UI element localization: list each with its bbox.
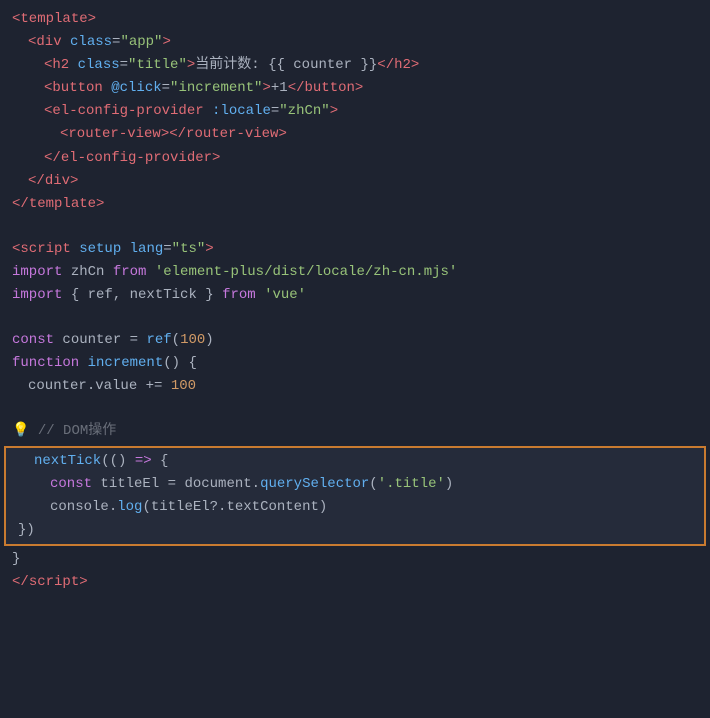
code-line: const counter = ref(100) — [0, 329, 710, 352]
code-line: 💡 // DOM操作 — [0, 420, 710, 443]
empty-line — [0, 307, 710, 329]
code-line: }) — [6, 519, 704, 542]
code-line: </script> — [0, 571, 710, 594]
code-line: </el-config-provider> — [0, 147, 710, 170]
code-line: import { ref, nextTick } from 'vue' — [0, 284, 710, 307]
code-editor: <template><div class="app"><h2 class="ti… — [0, 0, 710, 718]
empty-line — [0, 216, 710, 238]
code-line: function increment() { — [0, 352, 710, 375]
code-line: counter.value += 100 — [0, 375, 710, 398]
code-line: } — [0, 548, 710, 571]
code-line: <div class="app"> — [0, 31, 710, 54]
code-line: <template> — [0, 8, 710, 31]
code-line: <script setup lang="ts"> — [0, 238, 710, 261]
code-line: </div> — [0, 170, 710, 193]
code-line: <el-config-provider :locale="zhCn"> — [0, 100, 710, 123]
empty-line — [0, 398, 710, 420]
code-line: console.log(titleEl?.textContent) — [6, 496, 704, 519]
code-line: </template> — [0, 193, 710, 216]
code-line: <h2 class="title">当前计数: {{ counter }}</h… — [0, 54, 710, 77]
code-line: nextTick(() => { — [6, 450, 704, 473]
code-line: <button @click="increment">+1</button> — [0, 77, 710, 100]
highlighted-block: nextTick(() => {const titleEl = document… — [4, 446, 706, 546]
code-line: import zhCn from 'element-plus/dist/loca… — [0, 261, 710, 284]
code-line: const titleEl = document.querySelector('… — [6, 473, 704, 496]
code-line: <router-view></router-view> — [0, 123, 710, 146]
